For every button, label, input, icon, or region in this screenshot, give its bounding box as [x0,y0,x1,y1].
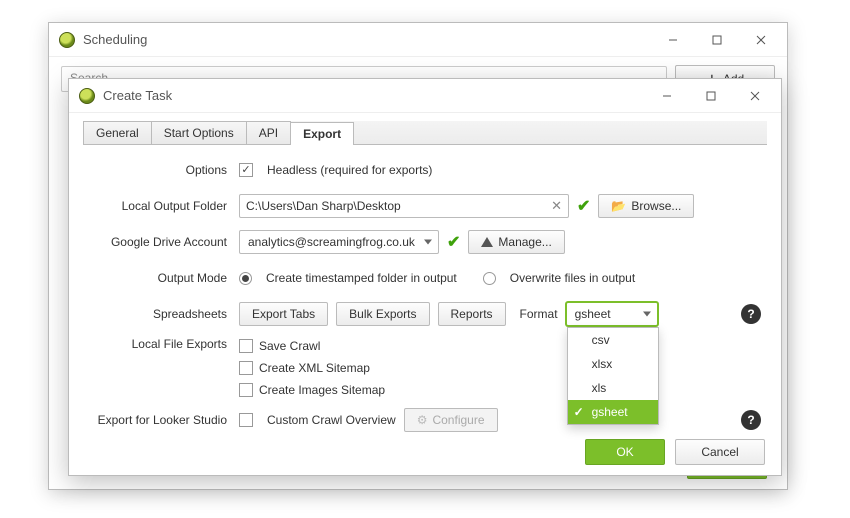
save-crawl-checkbox[interactable] [239,339,253,353]
help-button[interactable]: ? [741,304,761,324]
format-option-csv[interactable]: csv [568,328,658,352]
radio-timestamped-label: Create timestamped folder in output [266,271,457,285]
manage-button[interactable]: Manage... [468,230,564,254]
app-icon [59,32,75,48]
clear-icon[interactable]: ✕ [551,198,562,214]
label-spreadsheets: Spreadsheets [89,307,239,321]
browse-button[interactable]: 📂 Browse... [598,194,694,218]
xml-sitemap-checkbox[interactable] [239,361,253,375]
google-drive-icon [481,237,493,247]
format-option-xls[interactable]: xls [568,376,658,400]
bulk-exports-button[interactable]: Bulk Exports [336,302,429,326]
save-crawl-label: Save Crawl [259,339,320,353]
close-button[interactable] [733,81,777,111]
local-output-input[interactable]: C:\Users\Dan Sharp\Desktop ✕ [239,194,569,218]
maximize-button[interactable] [695,25,739,55]
tab-bar: General Start Options API Export [83,121,767,145]
close-button[interactable] [739,25,783,55]
images-sitemap-label: Create Images Sitemap [259,383,385,397]
configure-button: ⚙ Configure [404,408,498,432]
help-button[interactable]: ? [741,410,761,430]
gdrive-account-dropdown[interactable]: analytics@screamingfrog.co.uk [239,230,439,254]
format-dropdown-menu: csv xlsx xls gsheet [567,327,659,425]
format-option-gsheet[interactable]: gsheet [568,400,658,424]
gdrive-account-value: analytics@screamingfrog.co.uk [248,235,415,249]
tab-export[interactable]: Export [290,122,354,145]
label-local-exports: Local File Exports [89,337,239,351]
custom-overview-label: Custom Crawl Overview [267,413,396,427]
chevron-down-icon [643,312,651,317]
gear-icon: ⚙ [417,413,428,427]
radio-timestamped[interactable] [239,272,252,285]
reports-button[interactable]: Reports [438,302,506,326]
maximize-button[interactable] [689,81,733,111]
chevron-down-icon [424,240,432,245]
tab-general[interactable]: General [83,121,152,144]
app-icon [79,88,95,104]
label-local-output: Local Output Folder [89,199,239,213]
scheduling-title: Scheduling [83,32,651,47]
format-label: Format [520,307,558,321]
radio-overwrite[interactable] [483,272,496,285]
tab-start-options[interactable]: Start Options [151,121,247,144]
xml-sitemap-label: Create XML Sitemap [259,361,370,375]
label-options: Options [89,163,239,177]
export-tabs-button[interactable]: Export Tabs [239,302,328,326]
create-task-dialog: Create Task General Start Options API Ex… [68,78,782,476]
images-sitemap-checkbox[interactable] [239,383,253,397]
tab-api[interactable]: API [246,121,291,144]
format-dropdown[interactable]: gsheet [566,302,658,326]
minimize-button[interactable] [651,25,695,55]
label-output-mode: Output Mode [89,271,239,285]
validation-tick-icon: ✔ [577,196,590,216]
label-gdrive: Google Drive Account [89,235,239,249]
create-task-title: Create Task [103,88,645,103]
cancel-button[interactable]: Cancel [675,439,765,465]
label-looker: Export for Looker Studio [89,413,239,427]
folder-icon: 📂 [611,199,626,213]
radio-overwrite-label: Overwrite files in output [510,271,635,285]
minimize-button[interactable] [645,81,689,111]
ok-button[interactable]: OK [585,439,665,465]
format-value: gsheet [575,307,611,321]
scheduling-titlebar: Scheduling [49,23,787,57]
custom-overview-checkbox[interactable] [239,413,253,427]
create-task-titlebar: Create Task [69,79,781,113]
headless-checkbox[interactable] [239,163,253,177]
format-option-xlsx[interactable]: xlsx [568,352,658,376]
local-output-value: C:\Users\Dan Sharp\Desktop [246,199,401,213]
headless-label: Headless (required for exports) [267,163,432,177]
validation-tick-icon: ✔ [447,232,460,252]
